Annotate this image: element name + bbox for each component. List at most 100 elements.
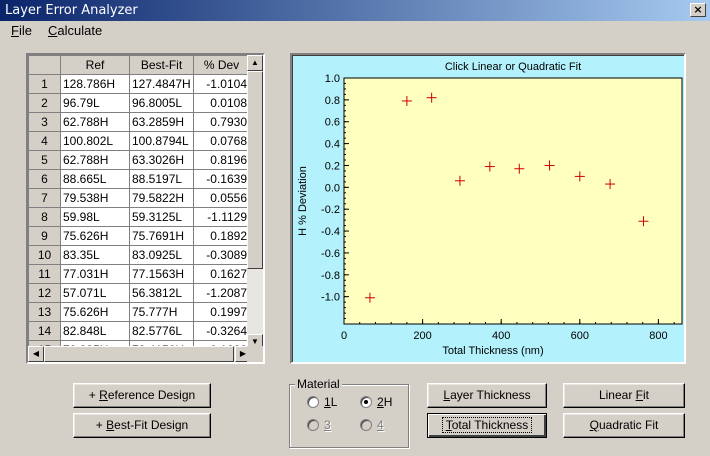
table-row[interactable]: 10 83.35L 83.0925L -0.3089 [28, 245, 250, 265]
cell-pct-dev[interactable]: 0.7930 [193, 112, 250, 132]
cell-best-fit[interactable]: 77.1563H [129, 264, 194, 284]
cell-pct-dev[interactable]: 0.0556 [193, 188, 250, 208]
row-number: 13 [28, 302, 61, 322]
cell-pct-dev[interactable]: 0.1892 [193, 226, 250, 246]
table-row[interactable]: 8 59.98L 59.3125L -1.1129 [28, 207, 250, 227]
table-row[interactable]: 7 79.538H 79.5822H 0.0556 [28, 188, 250, 208]
table-row[interactable]: 2 96.79L 96.8005L 0.0108 [28, 93, 250, 113]
total-thickness-button[interactable]: Total Thickness [427, 413, 547, 438]
cell-best-fit[interactable]: 75.7691H [129, 226, 194, 246]
title-bar: Layer Error Analyzer × [0, 0, 710, 21]
total-thickness-label: otal Thickness [451, 418, 529, 432]
results-grid[interactable]: Ref Best-Fit % Dev 1 128.786H 127.4847H -1.… [26, 53, 265, 364]
cell-ref[interactable]: 59.98L [60, 207, 130, 227]
table-row[interactable]: 12 57.071L 56.3812L -1.2087 [28, 283, 250, 303]
scroll-up-button[interactable]: ▲ [247, 55, 263, 71]
table-row[interactable]: 13 75.626H 75.777H 0.1997 [28, 302, 250, 322]
table-row[interactable]: 1 128.786H 127.4847H -1.0104 [28, 74, 250, 94]
cell-ref[interactable]: 88.665L [60, 169, 130, 189]
best-fit-design-button[interactable]: + Best-Fit Design [73, 413, 211, 438]
cell-ref[interactable]: 75.626H [60, 226, 130, 246]
cell-pct-dev[interactable]: 0.1997 [193, 302, 250, 322]
menu-calculate-accel: C [48, 23, 58, 38]
cell-pct-dev[interactable]: -0.3089 [193, 245, 250, 265]
col-header-ref[interactable]: Ref [60, 55, 130, 75]
cell-best-fit[interactable]: 83.0925L [129, 245, 194, 265]
row-number: 9 [28, 226, 61, 246]
x-tick-label: 400 [492, 330, 510, 342]
cell-pct-dev[interactable]: 0.0768 [193, 131, 250, 151]
material-radio-3[interactable]: 3 [307, 418, 331, 432]
window-title: Layer Error Analyzer [5, 3, 138, 18]
vertical-scroll-thumb[interactable] [247, 71, 263, 269]
menu-file[interactable]: File [11, 23, 32, 38]
grid-horizontal-scrollbar[interactable]: ◀ ▶ [28, 346, 251, 362]
cell-best-fit[interactable]: 63.2859H [129, 112, 194, 132]
scroll-left-button[interactable]: ◀ [28, 346, 44, 362]
reference-design-button[interactable]: + Reference Design [73, 383, 211, 408]
layer-thickness-button[interactable]: Layer Thickness [427, 383, 547, 408]
material-radio-2[interactable]: 2 H [360, 395, 392, 409]
horizontal-scroll-thumb[interactable] [44, 346, 234, 362]
quadratic-fit-button[interactable]: Quadratic Fit [563, 413, 685, 438]
grid-header-row: Ref Best-Fit % Dev [28, 55, 250, 75]
menu-calculate[interactable]: Calculate [48, 23, 102, 38]
table-row[interactable]: 11 77.031H 77.1563H 0.1627 [28, 264, 250, 284]
cell-pct-dev[interactable]: 0.1627 [193, 264, 250, 284]
col-header-best-fit[interactable]: Best-Fit [129, 55, 194, 75]
cell-best-fit[interactable]: 82.5776L [129, 321, 194, 341]
grid-vertical-scrollbar[interactable]: ▲ ▼ [247, 55, 263, 350]
row-number: 11 [28, 264, 61, 284]
cell-best-fit[interactable]: 63.3026H [129, 150, 194, 170]
cell-pct-dev[interactable]: -1.1129 [193, 207, 250, 227]
cell-ref[interactable]: 77.031H [60, 264, 130, 284]
cell-ref[interactable]: 75.626H [60, 302, 130, 322]
cell-ref[interactable]: 82.848L [60, 321, 130, 341]
cell-pct-dev[interactable]: 0.0108 [193, 93, 250, 113]
close-button[interactable]: × [690, 3, 706, 17]
y-axis-label: H % Deviation [297, 166, 309, 236]
cell-best-fit[interactable]: 75.777H [129, 302, 194, 322]
radio-4-indicator [360, 419, 372, 431]
radio-2-indicator [360, 396, 372, 408]
cell-ref[interactable]: 62.788H [60, 150, 130, 170]
cell-best-fit[interactable]: 127.4847H [129, 74, 194, 94]
cell-ref[interactable]: 128.786H [60, 74, 130, 94]
cell-best-fit[interactable]: 59.3125L [129, 207, 194, 227]
cell-best-fit[interactable]: 96.8005L [129, 93, 194, 113]
cell-ref[interactable]: 83.35L [60, 245, 130, 265]
table-row[interactable]: 14 82.848L 82.5776L -0.3264 [28, 321, 250, 341]
cell-pct-dev[interactable]: -0.1639 [193, 169, 250, 189]
radio-3-indicator [307, 419, 319, 431]
table-row[interactable]: 6 88.665L 88.5197L -0.1639 [28, 169, 250, 189]
cell-ref[interactable]: 100.802L [60, 131, 130, 151]
cell-pct-dev[interactable]: -0.3264 [193, 321, 250, 341]
table-row[interactable]: 3 62.788H 63.2859H 0.7930 [28, 112, 250, 132]
table-row[interactable]: 5 62.788H 63.3026H 0.8196 [28, 150, 250, 170]
best-fit-design-prefix: + [95, 418, 107, 432]
table-row[interactable]: 4 100.802L 100.8794L 0.0768 [28, 131, 250, 151]
cell-pct-dev[interactable]: -1.2087 [193, 283, 250, 303]
cell-ref[interactable]: 62.788H [60, 112, 130, 132]
y-tick-label: -0.6 [321, 248, 340, 260]
y-tick-label: 1.0 [325, 73, 340, 85]
cell-ref[interactable]: 79.538H [60, 188, 130, 208]
row-number: 7 [28, 188, 61, 208]
cell-best-fit[interactable]: 79.5822H [129, 188, 194, 208]
cell-pct-dev[interactable]: 0.8196 [193, 150, 250, 170]
table-row[interactable]: 9 75.626H 75.7691H 0.1892 [28, 226, 250, 246]
cell-best-fit[interactable]: 56.3812L [129, 283, 194, 303]
cell-ref[interactable]: 57.071L [60, 283, 130, 303]
y-tick-label: 0.6 [325, 117, 340, 129]
cell-best-fit[interactable]: 100.8794L [129, 131, 194, 151]
linear-fit-button[interactable]: Linear Fit [563, 383, 685, 408]
radio-1-label: L [330, 395, 338, 409]
material-radio-4[interactable]: 4 [360, 418, 384, 432]
cell-best-fit[interactable]: 88.5197L [129, 169, 194, 189]
deviation-chart[interactable]: Click Linear or Quadratic Fit 1.0 0.8 0.6 0.… [290, 53, 686, 364]
row-number: 12 [28, 283, 61, 303]
material-radio-1[interactable]: 1 L [307, 395, 337, 409]
cell-pct-dev[interactable]: -1.0104 [193, 74, 250, 94]
col-header-pct-dev[interactable]: % Dev [193, 55, 250, 75]
cell-ref[interactable]: 96.79L [60, 93, 130, 113]
